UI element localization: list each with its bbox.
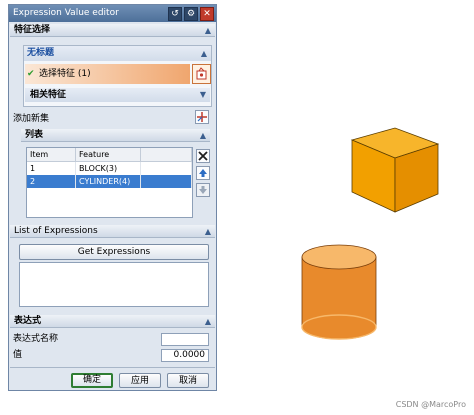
close-icon[interactable]: ✕ xyxy=(200,7,214,21)
check-icon: ✔ xyxy=(27,69,35,79)
apply-button[interactable]: 应用 xyxy=(119,373,161,388)
untitled-label: 无标题 xyxy=(27,48,55,58)
row-item-cell: 2 xyxy=(27,175,76,188)
feature-list-table[interactable]: Item Feature 1 BLOCK(3) 2 CYLINDER(4) xyxy=(26,147,193,218)
untitled-header[interactable]: 无标题 ▲ xyxy=(24,46,211,61)
table-row[interactable]: 1 BLOCK(3) xyxy=(27,161,192,175)
delete-icon[interactable] xyxy=(196,149,210,163)
expression-name-field[interactable] xyxy=(161,333,209,346)
related-features-label: 相关特征 xyxy=(30,90,67,100)
add-new-set-label: 添加新集 xyxy=(13,114,50,124)
feature-select-title: 特征选择 xyxy=(14,25,51,35)
expressions-list[interactable] xyxy=(19,262,209,307)
column-header-item[interactable]: Item xyxy=(27,148,76,162)
value-field[interactable]: 0.0000 xyxy=(161,349,209,362)
move-up-icon[interactable] xyxy=(196,166,210,180)
value-label: 值 xyxy=(13,350,23,360)
expression-name-label: 表达式名称 xyxy=(13,334,59,344)
dialog-title: Expression Value editor xyxy=(13,8,119,18)
expression-title: 表达式 xyxy=(14,316,42,326)
related-features-header[interactable]: 相关特征 ▼ xyxy=(25,88,210,102)
cancel-button[interactable]: 取消 xyxy=(167,373,209,388)
chevron-up-icon: ▲ xyxy=(204,26,211,35)
watermark: CSDN @MarcoPro xyxy=(395,400,466,409)
dialog-titlebar[interactable]: Expression Value editor ↺ ⚙ ✕ xyxy=(9,5,216,22)
feature-select-header[interactable]: 特征选择 ▲ xyxy=(10,24,215,37)
settings-icon[interactable]: ⚙ xyxy=(184,7,198,21)
move-down-icon[interactable] xyxy=(196,183,210,197)
chevron-up-icon: ▲ xyxy=(199,131,206,140)
row-feature-cell: CYLINDER(4) xyxy=(75,175,141,188)
column-header-empty xyxy=(140,148,192,162)
cylinder-top xyxy=(301,244,377,270)
ok-button[interactable]: 确定 xyxy=(71,373,113,388)
expression-editor-dialog: Expression Value editor ↺ ⚙ ✕ 特征选择 ▲ 无标题… xyxy=(8,4,217,391)
add-new-set-icon[interactable] xyxy=(195,110,209,124)
column-header-feature[interactable]: Feature xyxy=(75,148,141,162)
expressions-header[interactable]: List of Expressions ▲ xyxy=(10,225,215,238)
select-feature-icon[interactable] xyxy=(192,64,211,84)
list-title: 列表 xyxy=(25,130,44,140)
block-3d[interactable] xyxy=(340,120,450,220)
select-feature-label: 选择特征 (1) xyxy=(39,69,91,79)
footer-divider xyxy=(10,367,215,368)
row-item-cell: 1 xyxy=(27,161,76,175)
row-feature-cell: BLOCK(3) xyxy=(75,161,141,175)
get-expressions-button[interactable]: Get Expressions xyxy=(19,244,209,260)
chevron-up-icon: ▲ xyxy=(204,227,211,236)
chevron-up-icon: ▲ xyxy=(204,317,211,326)
expressions-title: List of Expressions xyxy=(14,226,98,236)
expression-header[interactable]: 表达式 ▲ xyxy=(10,315,215,328)
chevron-up-icon: ▲ xyxy=(200,49,207,58)
table-row[interactable]: 2 CYLINDER(4) xyxy=(27,175,192,188)
feature-select-panel: 无标题 ▲ ✔ 选择特征 (1) 相关特征 ▼ xyxy=(23,45,212,107)
chevron-down-icon: ▼ xyxy=(199,90,206,99)
select-feature-row[interactable]: ✔ 选择特征 (1) xyxy=(25,64,190,84)
list-header[interactable]: 列表 ▲ xyxy=(21,129,210,142)
reset-icon[interactable]: ↺ xyxy=(168,7,182,21)
cylinder-3d[interactable] xyxy=(295,235,385,345)
